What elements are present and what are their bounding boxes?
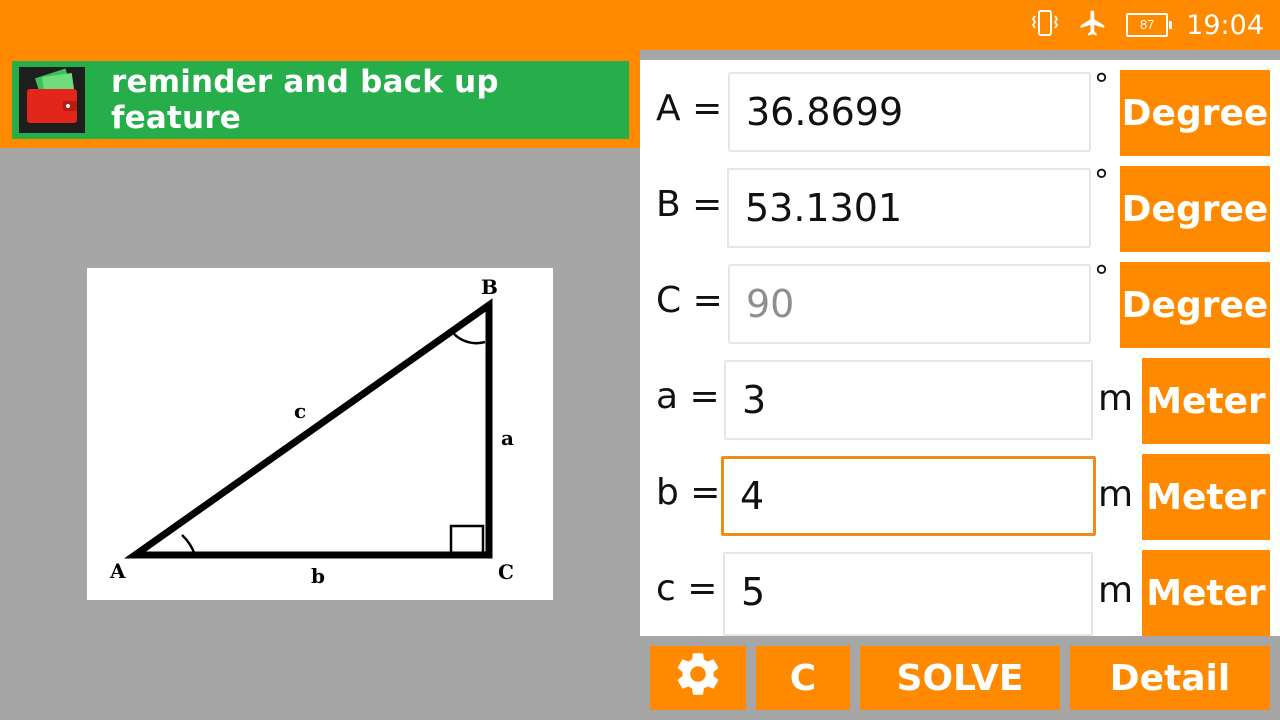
side-c-input[interactable]: 5 [723, 552, 1093, 636]
row-angle-c: C = 90 ° Degree [640, 252, 1280, 348]
wallet-icon [19, 67, 85, 133]
meter-symbol: m [1098, 474, 1134, 515]
angle-a-input[interactable]: 36.8699 [728, 72, 1091, 152]
angle-b-input[interactable]: 53.1301 [727, 168, 1091, 248]
side-a-label: a [501, 426, 514, 450]
vertex-a-label: A [109, 559, 126, 583]
side-b-label: b = [656, 472, 721, 513]
battery-icon: 87 [1126, 13, 1173, 37]
angle-a-label: A = [656, 88, 723, 129]
side-c-unit-button[interactable]: Meter [1142, 550, 1270, 636]
degree-symbol: ° [1094, 68, 1109, 103]
gear-icon [672, 648, 724, 709]
row-angle-a: A = 36.8699 ° Degree [640, 60, 1280, 156]
status-icons: 87 19:04 [1030, 0, 1264, 50]
side-b-input[interactable]: 4 [721, 456, 1096, 536]
angle-c-unit-button[interactable]: Degree [1120, 262, 1270, 348]
right-angle-marker [449, 524, 485, 557]
row-side-b: b = 4 m Meter [640, 444, 1280, 540]
meter-symbol: m [1098, 570, 1134, 611]
angle-c-label: C = [656, 280, 723, 321]
status-bar: 87 19:04 [0, 0, 1280, 50]
airplane-mode-icon [1078, 8, 1108, 43]
row-side-c: c = 5 m Meter [640, 540, 1280, 636]
solve-button[interactable]: SOLVE [860, 646, 1060, 710]
row-angle-b: B = 53.1301 ° Degree [640, 156, 1280, 252]
ad-banner[interactable]: reminder and back up feature [12, 61, 629, 139]
side-a-unit-button[interactable]: Meter [1142, 358, 1270, 444]
meter-symbol: m [1098, 378, 1134, 419]
side-a-label: a = [656, 376, 720, 417]
side-b-unit-button[interactable]: Meter [1142, 454, 1270, 540]
clear-button[interactable]: C [756, 646, 850, 710]
angle-b-arc [453, 333, 486, 345]
angle-b-unit-button[interactable]: Degree [1120, 166, 1270, 252]
angle-a-unit-button[interactable]: Degree [1120, 70, 1270, 156]
input-panel: A = 36.8699 ° Degree B = 53.1301 ° Degre… [640, 60, 1280, 636]
angle-c-input[interactable]: 90 [728, 264, 1091, 344]
vertex-c-label: C [498, 560, 514, 584]
vibrate-icon [1030, 8, 1060, 43]
ad-banner-text: reminder and back up feature [111, 64, 499, 136]
settings-button[interactable] [650, 646, 746, 710]
side-c-label: c = [656, 568, 718, 609]
angle-b-label: B = [656, 184, 723, 225]
vertex-b-label: B [481, 275, 498, 299]
degree-symbol: ° [1094, 260, 1109, 295]
status-time: 19:04 [1186, 9, 1264, 41]
side-a-input[interactable]: 3 [724, 360, 1093, 440]
degree-symbol: ° [1094, 164, 1109, 199]
row-side-a: a = 3 m Meter [640, 348, 1280, 444]
triangle-diagram: A B C a b c [87, 268, 553, 600]
detail-button[interactable]: Detail [1070, 646, 1270, 710]
triangle-shape [123, 298, 493, 559]
side-c-label: c [294, 399, 306, 423]
side-b-label: b [311, 564, 325, 588]
